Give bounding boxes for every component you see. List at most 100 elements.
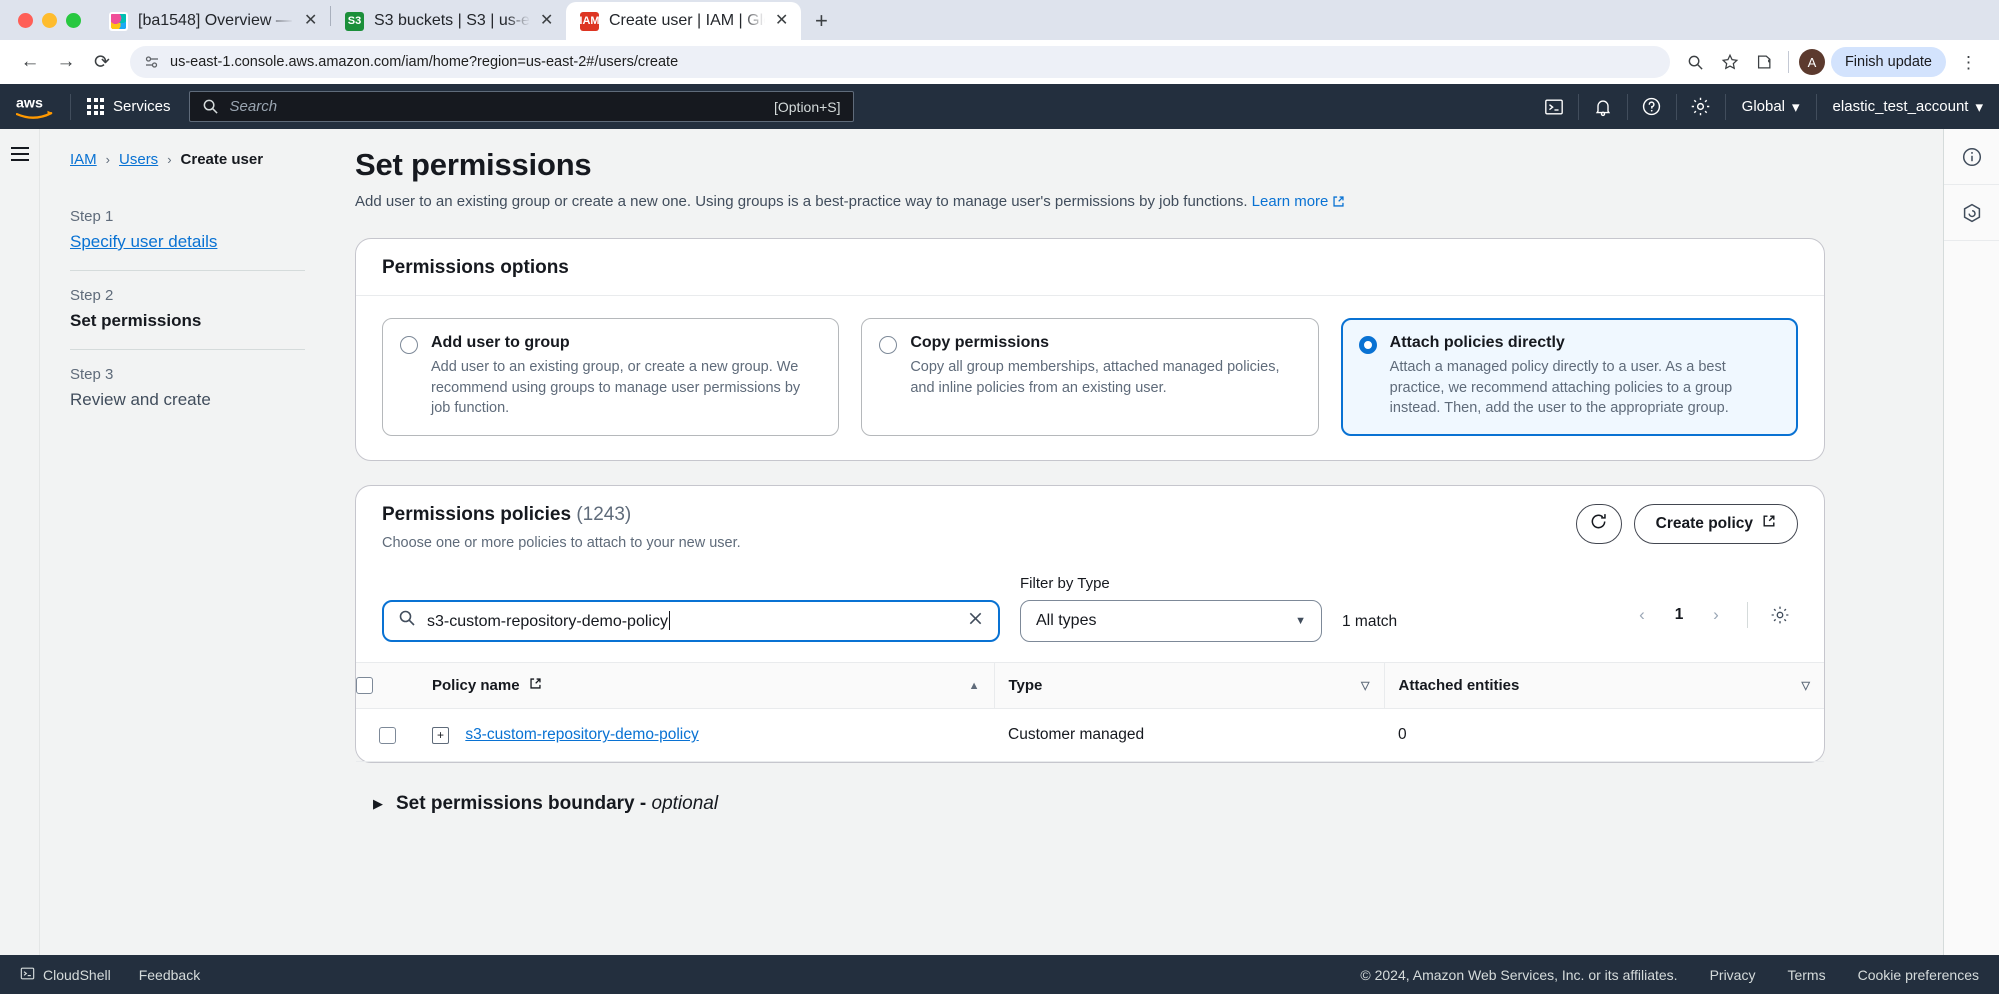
sidebar-toggle-column <box>0 129 40 955</box>
filter-by-type-select[interactable]: All types ▼ <box>1020 600 1322 642</box>
aws-nav-right: Global ▾ elastic_test_account ▾ <box>1530 84 1999 129</box>
permissions-options-header: Permissions options <box>356 239 1824 296</box>
column-header-attached-entities[interactable]: Attached entities ▽ <box>1384 662 1824 709</box>
column-header-type[interactable]: Type ▽ <box>994 662 1384 709</box>
radio-button[interactable] <box>879 336 897 354</box>
cloudshell-button[interactable]: CloudShell <box>20 966 111 984</box>
set-permissions-boundary-section[interactable]: ▶ Set permissions boundary - optional <box>355 787 1825 815</box>
page-description: Add user to an existing group or create … <box>355 193 1825 212</box>
settings-gear-icon[interactable] <box>1677 84 1725 129</box>
aws-logo[interactable]: aws <box>10 94 60 120</box>
policy-type-cell: Customer managed <box>994 709 1384 762</box>
next-page-icon[interactable]: › <box>1699 598 1733 632</box>
column-label: Policy name <box>432 677 520 694</box>
footer-right: © 2024, Amazon Web Services, Inc. or its… <box>1360 967 1979 983</box>
attached-entities-cell: 0 <box>1384 709 1824 762</box>
feedback-link[interactable]: Feedback <box>139 967 200 983</box>
radio-title: Copy permissions <box>910 334 1300 352</box>
permissions-policies-title-text: Permissions policies <box>382 504 571 525</box>
close-window-button[interactable] <box>18 13 33 28</box>
breadcrumb-item-users[interactable]: Users <box>119 151 158 168</box>
table-row[interactable]: + s3-custom-repository-demo-policy Custo… <box>356 709 1824 762</box>
window-traffic-lights <box>14 0 95 40</box>
site-settings-icon[interactable] <box>144 54 160 70</box>
boundary-optional-text: optional <box>652 793 719 814</box>
maximize-window-button[interactable] <box>66 13 81 28</box>
radio-button-selected[interactable] <box>1359 336 1377 354</box>
text-caret <box>669 611 670 630</box>
bookmark-star-icon[interactable] <box>1716 48 1744 76</box>
expand-triangle-icon[interactable]: ▶ <box>373 796 383 812</box>
terms-link[interactable]: Terms <box>1787 967 1825 983</box>
new-tab-button[interactable]: + <box>801 2 842 40</box>
pagination: ‹ 1 › <box>1625 597 1798 642</box>
chevron-down-icon: ▾ <box>1975 98 1983 116</box>
learn-more-link[interactable]: Learn more <box>1252 193 1346 210</box>
table-preferences-gear-icon[interactable] <box>1762 597 1798 633</box>
permissions-policies-actions: Create policy <box>1576 504 1798 544</box>
chevron-right-icon: › <box>106 152 110 167</box>
aws-footer: CloudShell Feedback © 2024, Amazon Web S… <box>0 955 1999 994</box>
policy-type-value: Customer managed <box>994 726 1144 743</box>
address-bar[interactable]: us-east-1.console.aws.amazon.com/iam/hom… <box>130 46 1670 78</box>
permissions-options-card: Permissions options Add user to group Ad… <box>355 238 1825 461</box>
policy-name-link[interactable]: s3-custom-repository-demo-policy <box>465 726 698 743</box>
security-shield-icon[interactable] <box>1944 185 1999 241</box>
notifications-bell-icon[interactable] <box>1579 84 1627 129</box>
sort-ascending-icon: ▲ <box>969 680 980 692</box>
aws-search-input[interactable]: Search [Option+S] <box>189 91 854 122</box>
page-number[interactable]: 1 <box>1663 598 1695 632</box>
browser-tab-s3[interactable]: S3 S3 buckets | S3 | us-east-2 ✕ <box>331 2 566 40</box>
services-label: Services <box>113 98 171 115</box>
cloudshell-icon[interactable] <box>1530 84 1578 129</box>
tab-title: Create user | IAM | Global <box>609 12 765 30</box>
zoom-icon[interactable] <box>1682 48 1710 76</box>
close-icon[interactable]: ✕ <box>540 13 556 29</box>
breadcrumb-item-iam[interactable]: IAM <box>70 151 97 168</box>
help-question-icon[interactable] <box>1628 84 1676 129</box>
match-count-text: 1 match <box>1342 613 1397 642</box>
services-menu-button[interactable]: Services <box>81 98 177 115</box>
expand-row-icon[interactable]: + <box>432 727 449 744</box>
reload-icon[interactable]: ⟳ <box>86 46 118 78</box>
region-selector[interactable]: Global ▾ <box>1726 84 1816 129</box>
create-policy-button[interactable]: Create policy <box>1634 504 1798 544</box>
previous-page-icon[interactable]: ‹ <box>1625 598 1659 632</box>
wizard-step-label-specify-user-details[interactable]: Specify user details <box>70 232 305 252</box>
column-header-policy-name[interactable]: Policy name ▲ <box>418 662 994 709</box>
hamburger-menu-icon[interactable] <box>11 147 29 955</box>
chevron-down-icon: ▾ <box>1792 98 1800 116</box>
minimize-window-button[interactable] <box>42 13 57 28</box>
refresh-button[interactable] <box>1576 504 1622 544</box>
radio-card-copy-permissions[interactable]: Copy permissions Copy all group membersh… <box>861 318 1318 436</box>
info-circle-icon[interactable] <box>1944 129 1999 185</box>
browser-tab-elastic[interactable]: [ba1548] Overview — Elastic ✕ <box>95 2 330 40</box>
forward-icon[interactable]: → <box>50 46 82 78</box>
radio-description: Add user to an existing group, or create… <box>431 357 821 419</box>
s3-icon: S3 <box>345 12 364 31</box>
extensions-icon[interactable] <box>1750 48 1778 76</box>
page-description-text: Add user to an existing group or create … <box>355 193 1248 210</box>
close-icon[interactable]: ✕ <box>775 13 791 29</box>
cookie-preferences-link[interactable]: Cookie preferences <box>1858 967 1979 983</box>
browser-tab-iam[interactable]: IAM Create user | IAM | Global ✕ <box>566 2 801 40</box>
policy-search-input[interactable]: s3-custom-repository-demo-policy <box>382 600 1000 642</box>
radio-card-attach-policies-directly[interactable]: Attach policies directly Attach a manage… <box>1341 318 1798 436</box>
close-icon[interactable]: ✕ <box>304 13 320 29</box>
radio-card-add-user-to-group[interactable]: Add user to group Add user to an existin… <box>382 318 839 436</box>
permissions-options-title: Permissions options <box>382 257 1798 279</box>
browser-menu-icon[interactable]: ⋮ <box>1952 54 1985 71</box>
back-icon[interactable]: ← <box>14 46 46 78</box>
wizard-sidebar: IAM › Users › Create user Step 1 Specify… <box>40 129 335 955</box>
avatar[interactable]: A <box>1799 49 1825 75</box>
radio-button[interactable] <box>400 336 418 354</box>
privacy-link[interactable]: Privacy <box>1710 967 1756 983</box>
row-checkbox[interactable] <box>379 727 396 744</box>
toolbar-divider <box>1788 51 1789 73</box>
finish-update-button[interactable]: Finish update <box>1831 47 1946 77</box>
clear-search-icon[interactable] <box>967 610 984 632</box>
aws-search-shortcut: [Option+S] <box>774 99 841 115</box>
search-icon <box>398 609 416 632</box>
select-all-checkbox[interactable] <box>356 677 373 694</box>
account-menu[interactable]: elastic_test_account ▾ <box>1817 84 1999 129</box>
